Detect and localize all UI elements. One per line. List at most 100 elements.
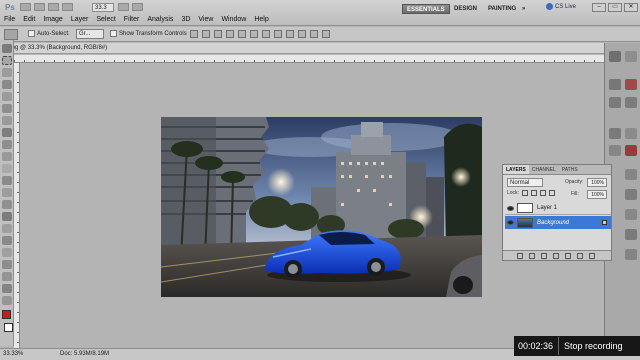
layer-style-icon[interactable] — [529, 252, 535, 259]
align-bottom-icon[interactable] — [214, 30, 222, 38]
foreground-color-swatch[interactable] — [2, 310, 11, 319]
vertical-ruler[interactable] — [14, 63, 20, 348]
3d-orbit-tool-icon[interactable] — [2, 272, 12, 281]
3d-rotate-tool-icon[interactable] — [2, 260, 12, 269]
menu-analysis[interactable]: Analysis — [147, 16, 173, 23]
document-tab[interactable]: 5i.jpg @ 33.3% (Background, RGB/8#) — [4, 45, 107, 51]
arrange-documents-icon[interactable] — [118, 3, 129, 11]
lock-all-icon[interactable] — [548, 190, 555, 196]
workspace-more-button[interactable]: » — [518, 4, 529, 14]
move-tool-icon[interactable] — [2, 44, 12, 53]
hand-tool-icon[interactable] — [62, 3, 73, 11]
delete-layer-icon[interactable] — [589, 252, 595, 259]
channels-panel-icon[interactable] — [625, 189, 637, 200]
opacity-field[interactable]: 100% — [587, 178, 607, 187]
menu-file[interactable]: File — [4, 16, 15, 23]
show-transform-checkbox[interactable] — [110, 30, 117, 37]
align-top-icon[interactable] — [190, 30, 198, 38]
3d-panel-icon[interactable] — [625, 229, 637, 240]
zoom-level-field[interactable]: 33.3 — [92, 3, 114, 12]
blend-mode-dropdown[interactable]: Normal — [507, 178, 543, 187]
tab-layers[interactable]: LAYERS — [503, 165, 529, 174]
actions-panel-icon[interactable] — [609, 79, 621, 90]
masks-panel-icon[interactable] — [625, 145, 637, 156]
eyedropper-tool-icon[interactable] — [2, 104, 12, 113]
menu-3d[interactable]: 3D — [181, 16, 190, 23]
auto-select-target-dropdown[interactable]: Gr... — [76, 29, 104, 39]
horizontal-ruler[interactable] — [14, 55, 604, 63]
visibility-eye-icon[interactable] — [507, 220, 514, 225]
distribute-right-icon[interactable] — [322, 30, 330, 38]
restore-button[interactable]: ▭ — [608, 3, 622, 12]
menu-edit[interactable]: Edit — [23, 16, 35, 23]
align-center-icon[interactable] — [238, 30, 246, 38]
background-color-swatch[interactable] — [4, 323, 13, 332]
notes-panel-icon[interactable] — [625, 249, 637, 260]
document-size-status[interactable]: Doc: 5.93M/8.19M — [60, 351, 109, 357]
workspace-essentials-button[interactable]: ESSENTIALS — [402, 4, 450, 14]
eraser-tool-icon[interactable] — [2, 164, 12, 173]
auto-select-checkbox[interactable] — [28, 30, 35, 37]
stop-recording-button[interactable]: Stop recording — [559, 341, 623, 351]
lock-transparency-icon[interactable] — [521, 190, 528, 196]
brush-panel-icon[interactable] — [609, 97, 621, 108]
menu-help[interactable]: Help — [254, 16, 268, 23]
swatches-panel-icon[interactable] — [625, 79, 637, 90]
paths-panel-icon[interactable] — [625, 209, 637, 220]
path-selection-tool-icon[interactable] — [2, 236, 12, 245]
auto-select-option[interactable]: Auto-Select: — [28, 30, 70, 37]
blur-tool-icon[interactable] — [2, 188, 12, 197]
align-middle-icon[interactable] — [202, 30, 210, 38]
adjustments-panel-icon[interactable] — [625, 128, 637, 139]
crop-tool-icon[interactable] — [2, 92, 12, 101]
menu-select[interactable]: Select — [96, 16, 115, 23]
tab-channels[interactable]: CHANNEL — [529, 165, 559, 174]
type-tool-icon[interactable] — [2, 224, 12, 233]
menu-filter[interactable]: Filter — [124, 16, 140, 23]
minibridge-icon[interactable] — [34, 3, 45, 11]
show-transform-option[interactable]: Show Transform Controls — [110, 30, 187, 37]
cs-live-button[interactable]: CS Live — [546, 3, 576, 10]
distribute-left-icon[interactable] — [298, 30, 306, 38]
distribute-middle-icon[interactable] — [274, 30, 282, 38]
lasso-tool-icon[interactable] — [2, 68, 12, 77]
styles-panel-icon[interactable] — [625, 97, 637, 108]
color-panel-icon[interactable] — [625, 51, 637, 62]
new-layer-icon[interactable] — [577, 252, 583, 259]
visibility-eye-icon[interactable] — [507, 205, 514, 211]
clone-stamp-tool-icon[interactable] — [2, 140, 12, 149]
align-left-icon[interactable] — [226, 30, 234, 38]
history-brush-tool-icon[interactable] — [2, 152, 12, 161]
view-extras-icon[interactable] — [48, 3, 59, 11]
brush-tool-icon[interactable] — [2, 128, 12, 137]
marquee-tool-icon[interactable] — [2, 56, 12, 65]
menu-window[interactable]: Window — [221, 16, 246, 23]
history-panel-icon[interactable] — [609, 51, 621, 62]
layers-panel-icon[interactable] — [625, 169, 637, 180]
screen-mode-icon[interactable] — [132, 3, 143, 11]
move-tool-preset-icon[interactable] — [4, 29, 18, 40]
fill-field[interactable]: 100% — [587, 190, 607, 199]
menu-image[interactable]: Image — [43, 16, 62, 23]
distribute-top-icon[interactable] — [262, 30, 270, 38]
menu-view[interactable]: View — [198, 16, 213, 23]
tab-paths[interactable]: PATHS — [559, 165, 581, 174]
paragraph-panel-icon[interactable] — [609, 145, 621, 156]
distribute-bottom-icon[interactable] — [286, 30, 294, 38]
lock-pixels-icon[interactable] — [530, 190, 537, 196]
adjustment-layer-icon[interactable] — [553, 252, 559, 259]
character-panel-icon[interactable] — [609, 128, 621, 139]
zoom-status[interactable]: 33.33% — [3, 351, 23, 357]
layer-row-layer-1[interactable]: Layer 1 — [505, 202, 611, 215]
align-right-icon[interactable] — [250, 30, 258, 38]
minimize-button[interactable]: – — [592, 3, 606, 12]
gradient-tool-icon[interactable] — [2, 176, 12, 185]
distribute-center-icon[interactable] — [310, 30, 318, 38]
layer-mask-icon[interactable] — [541, 252, 547, 259]
bridge-icon[interactable] — [20, 3, 31, 11]
workspace-design-button[interactable]: DESIGN — [450, 4, 481, 14]
lock-position-icon[interactable] — [539, 190, 546, 196]
link-layers-icon[interactable] — [517, 252, 523, 259]
pen-tool-icon[interactable] — [2, 212, 12, 221]
shape-tool-icon[interactable] — [2, 248, 12, 257]
